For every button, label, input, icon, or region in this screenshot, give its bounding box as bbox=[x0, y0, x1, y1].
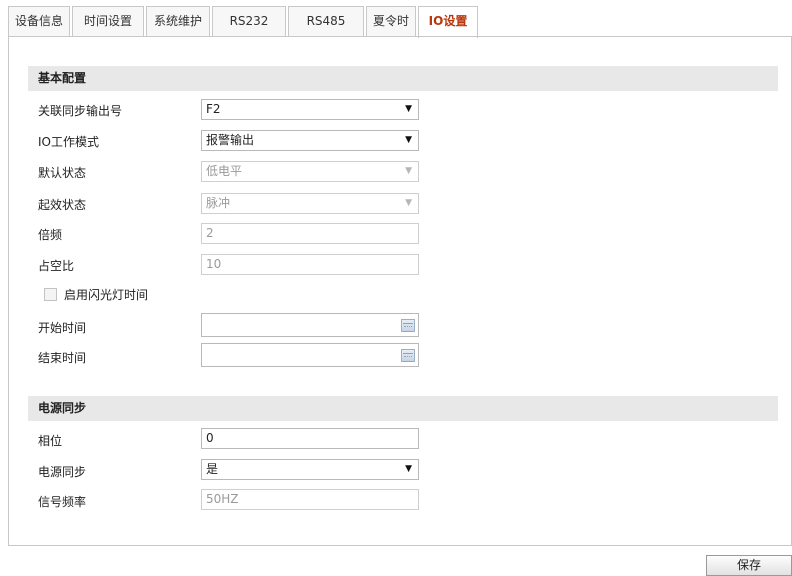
start-time-input[interactable] bbox=[201, 313, 419, 337]
phase-input[interactable]: 0 bbox=[201, 428, 419, 449]
io-mode-value: 报警输出 bbox=[206, 133, 255, 147]
linked-output-label: 关联同步输出号 bbox=[38, 104, 123, 118]
linked-output-select[interactable]: F2 ▼ bbox=[201, 99, 419, 120]
start-time-label: 开始时间 bbox=[38, 321, 87, 335]
chevron-down-icon: ▼ bbox=[405, 198, 412, 208]
tab-rs485[interactable]: RS485 bbox=[288, 6, 364, 37]
tab-system-maintenance[interactable]: 系统维护 bbox=[146, 6, 210, 37]
chevron-down-icon: ▼ bbox=[405, 166, 412, 176]
tab-rs232[interactable]: RS232 bbox=[212, 6, 286, 37]
phase-value: 0 bbox=[206, 431, 214, 445]
signal-frequency-input: 50HZ bbox=[201, 489, 419, 510]
enable-flash-checkbox[interactable] bbox=[44, 288, 57, 301]
chevron-down-icon: ▼ bbox=[405, 135, 412, 145]
duty-ratio-label: 占空比 bbox=[38, 259, 75, 273]
effective-state-value: 脉冲 bbox=[206, 196, 231, 210]
io-mode-select[interactable]: 报警输出 ▼ bbox=[201, 130, 419, 151]
power-sync-label: 电源同步 bbox=[38, 465, 87, 479]
section-power-sync: 电源同步 bbox=[28, 396, 778, 421]
tab-time-settings[interactable]: 时间设置 bbox=[72, 6, 144, 37]
io-mode-label: IO工作模式 bbox=[38, 135, 99, 149]
chevron-down-icon: ▼ bbox=[405, 104, 412, 114]
save-button[interactable]: 保存 bbox=[706, 555, 792, 576]
calendar-icon[interactable] bbox=[401, 319, 415, 332]
enable-flash-label: 启用闪光灯时间 bbox=[64, 288, 149, 302]
multiplier-input: 2 bbox=[201, 223, 419, 244]
multiplier-label: 倍频 bbox=[38, 228, 63, 242]
end-time-label: 结束时间 bbox=[38, 351, 87, 365]
section-basic-config: 基本配置 bbox=[28, 66, 778, 91]
chevron-down-icon: ▼ bbox=[405, 464, 412, 474]
tab-daylight-saving[interactable]: 夏令时 bbox=[366, 6, 416, 37]
multiplier-value: 2 bbox=[206, 226, 214, 240]
default-state-label: 默认状态 bbox=[38, 166, 87, 180]
default-state-value: 低电平 bbox=[206, 164, 243, 178]
tab-bar: 设备信息 时间设置 系统维护 RS232 RS485 夏令时 IO设置 bbox=[8, 6, 480, 38]
tab-device-info[interactable]: 设备信息 bbox=[8, 6, 70, 37]
tab-io-settings[interactable]: IO设置 bbox=[418, 6, 478, 38]
phase-label: 相位 bbox=[38, 434, 63, 448]
effective-state-select: 脉冲 ▼ bbox=[201, 193, 419, 214]
effective-state-label: 起效状态 bbox=[38, 198, 87, 212]
default-state-select: 低电平 ▼ bbox=[201, 161, 419, 182]
end-time-input[interactable] bbox=[201, 343, 419, 367]
linked-output-value: F2 bbox=[206, 102, 221, 116]
duty-ratio-value: 10 bbox=[206, 257, 222, 271]
signal-frequency-label: 信号频率 bbox=[38, 495, 87, 509]
signal-frequency-value: 50HZ bbox=[206, 492, 239, 506]
calendar-icon[interactable] bbox=[401, 349, 415, 362]
duty-ratio-input: 10 bbox=[201, 254, 419, 275]
power-sync-value: 是 bbox=[206, 462, 219, 476]
power-sync-select[interactable]: 是 ▼ bbox=[201, 459, 419, 480]
